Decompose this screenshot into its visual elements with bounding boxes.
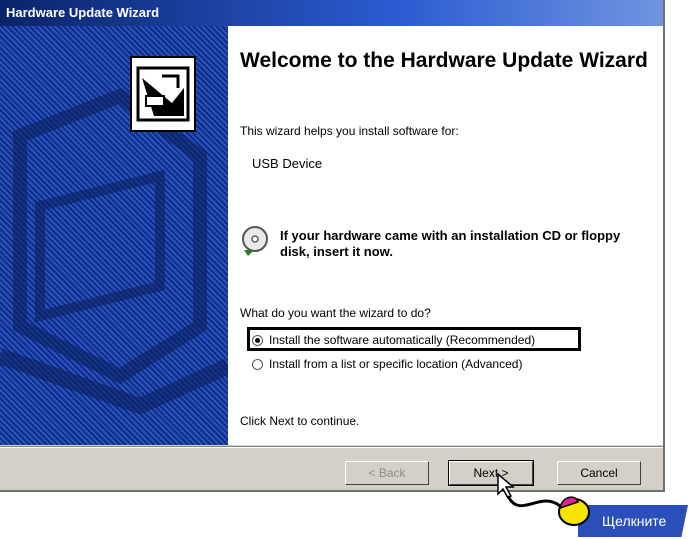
continue-hint: Click Next to continue. bbox=[240, 414, 360, 428]
back-button[interactable]: < Back bbox=[345, 461, 429, 485]
intro-text: This wizard helps you install software f… bbox=[240, 124, 459, 138]
option-manual-label: Install from a list or specific location… bbox=[269, 357, 523, 371]
cd-disk-icon bbox=[242, 226, 268, 256]
mouse-icon bbox=[558, 496, 590, 526]
button-divider bbox=[0, 446, 663, 448]
wizard-content: Welcome to the Hardware Update Wizard Th… bbox=[228, 26, 663, 445]
question-text: What do you want the wizard to do? bbox=[240, 306, 431, 320]
page-title: Welcome to the Hardware Update Wizard bbox=[240, 49, 648, 72]
hardware-wizard-icon bbox=[130, 56, 196, 132]
radio-checked-icon[interactable] bbox=[252, 334, 263, 346]
window-title: Hardware Update Wizard bbox=[0, 0, 663, 26]
device-name: USB Device bbox=[252, 156, 323, 171]
option-manual[interactable]: Install from a list or specific location… bbox=[252, 357, 522, 371]
cd-notice: If your hardware came with an installati… bbox=[280, 228, 621, 259]
option-auto-label: Install the software automatically (Reco… bbox=[269, 333, 536, 347]
option-auto[interactable]: Install the software automatically (Reco… bbox=[252, 333, 535, 347]
click-callout: Щелкните bbox=[578, 505, 688, 537]
radio-unchecked-icon[interactable] bbox=[252, 358, 263, 370]
wizard-side-panel bbox=[0, 26, 228, 445]
wizard-window: Hardware Update Wizard Welcome to the Ha… bbox=[0, 0, 665, 492]
